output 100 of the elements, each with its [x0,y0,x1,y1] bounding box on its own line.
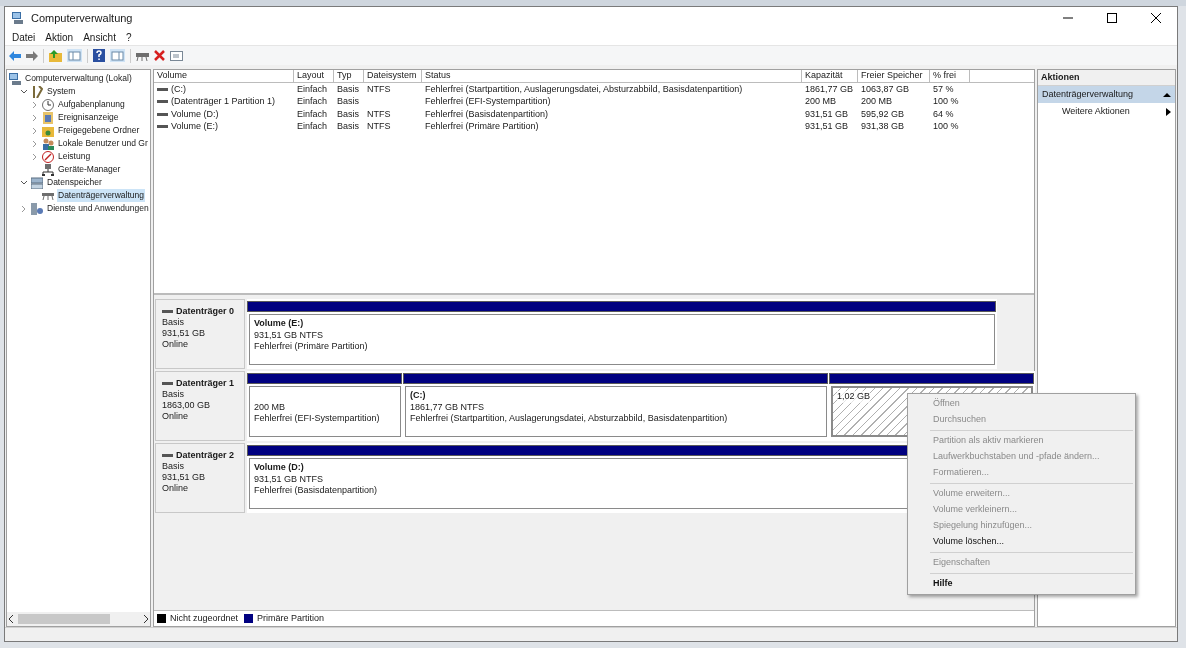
column-header[interactable]: Freier Speicher [858,70,930,82]
tree-item[interactable]: Dienste und Anwendungen [46,202,150,215]
partition-box[interactable]: 200 MB Fehlerfrei (EFI-Systempartition) [249,386,401,437]
table-cell: Einfach [297,107,328,121]
disk-size: 931,51 GB [162,328,207,339]
tree-item[interactable]: Ereignisanzeige [57,111,120,124]
folder-up-icon[interactable] [49,49,62,62]
scroll-left-icon[interactable] [9,615,14,623]
table-cell: Basis [337,107,359,121]
table-cell-text: 931,51 GB [805,120,849,133]
gauge-icon [42,150,54,163]
menu-item[interactable]: ? [121,29,136,45]
column-header[interactable]: Typ [334,70,364,82]
partition-detail: Fehlerfrei (EFI-Systempartition) [254,413,380,425]
column-header[interactable]: Volume [154,70,294,82]
partition-detail: Fehlerfrei (Primäre Partition) [254,341,368,353]
panel-icon[interactable] [67,49,82,62]
table-cell-text: Fehlerfrei (Primäre Partition) [425,120,539,133]
table-cell-text: Volume (E:) [171,120,219,133]
action-link[interactable]: Weitere Aktionen [1062,104,1130,119]
partition-box[interactable]: (C:) 1861,77 GB NTFS Fehlerfrei (Startpartition, Auslagerungsdatei, Absturzabbild, Basisdatenpartition) [405,386,827,437]
window-title: Computerverwaltung [31,10,134,26]
close-icon[interactable] [1151,13,1161,23]
expand-chevron-icon[interactable] [31,100,39,109]
tools-icon [31,85,43,98]
partition-title: (C:) [410,390,426,402]
column-header[interactable]: Dateisystem [364,70,422,82]
services-icon [31,202,43,215]
tree-item[interactable]: Aufgabenplanung [57,98,126,111]
menu-item[interactable]: Aktion [41,29,78,45]
context-menu-item[interactable]: Volume löschen... [908,534,1135,550]
scrollbar-thumb[interactable] [18,614,110,624]
partition-detail: Fehlerfrei (Startpartition, Auslagerungsdatei, Absturzabbild, Basisdatenpartition) [410,413,728,425]
table-cell: Fehlerfrei (Basisdatenpartition) [425,107,549,121]
forward-arrow-icon[interactable] [26,50,38,61]
expand-chevron-icon[interactable] [31,152,39,161]
disk-name: Datenträger 0 [176,306,235,317]
tree-item[interactable]: Lokale Benutzer und Gr [57,137,149,150]
expand-chevron-icon[interactable] [31,139,39,148]
computer-icon [9,72,21,85]
table-cell: NTFS [367,107,391,121]
column-header[interactable]: Status [422,70,802,82]
help-icon[interactable] [93,49,105,62]
properties-icon[interactable] [170,50,183,61]
table-cell: 64 % [933,107,954,121]
table-cell-text: (Datenträger 1 Partition 1) [171,95,276,108]
drive-icon[interactable] [136,50,149,61]
shared-folder-icon [42,124,54,137]
table-cell-text: 100 % [933,120,959,133]
table-cell: 595,92 GB [861,107,905,121]
table-cell: Volume (D:) [171,107,219,121]
context-menu-item[interactable]: Hilfe [908,576,1135,592]
table-cell: 57 % [933,82,954,96]
tree-item[interactable]: System [46,85,77,98]
disk-name: Datenträger 1 [176,378,235,389]
tree-item[interactable]: Leistung [57,150,92,163]
table-cell: NTFS [367,82,391,96]
collapse-chevron-icon[interactable] [20,178,28,187]
expand-chevron-icon[interactable] [31,126,39,135]
tree-item[interactable]: Freigegebene Ordner [57,124,141,137]
storage-icon [31,176,43,189]
table-cell-text: 200 MB [861,95,893,108]
partition-box[interactable]: Volume (E:) 931,51 GB NTFS Fehlerfrei (Primäre Partition) [249,314,995,365]
maximize-icon[interactable] [1107,13,1117,23]
back-arrow-icon[interactable] [9,50,21,61]
table-cell-text: 931,38 GB [861,120,905,133]
expand-chevron-icon[interactable] [20,204,28,213]
partition-title: Volume (D:) [254,462,304,474]
table-cell: 1063,87 GB [861,82,910,96]
table-cell: (C:) [171,82,186,96]
tree-item[interactable]: Datenträgerverwaltung [57,189,145,202]
legend-label: Primäre Partition [257,611,325,625]
tree-item[interactable]: Geräte-Manager [57,163,122,176]
submenu-arrow-icon [1166,107,1171,116]
column-header[interactable]: % frei [930,70,970,82]
log-icon [42,111,54,124]
panel-icon[interactable] [110,49,125,62]
partition-detail: Fehlerfrei (Basisdatenpartition) [254,485,378,497]
tree-item[interactable]: Datenspeicher [46,176,103,189]
volume-icon [157,99,168,105]
table-cell-text: 200 MB [805,95,837,108]
scroll-right-icon[interactable] [143,615,148,623]
partition-detail: 1,02 GB [837,391,871,403]
disk-size: 931,51 GB [162,472,207,483]
table-cell-text: Basis [337,120,359,133]
table-cell: Einfach [297,82,328,96]
partition-detail: 200 MB [254,401,286,413]
menu-item[interactable]: Datei [8,29,40,45]
menu-item[interactable]: Ansicht [79,29,120,45]
volume-icon [157,86,168,92]
disk-status: Online [162,483,189,494]
column-header[interactable]: Layout [294,70,334,82]
tree-item[interactable]: Computerverwaltung (Lokal) [24,72,133,85]
table-cell: 931,51 GB [805,107,849,121]
collapse-chevron-icon[interactable] [20,87,28,96]
delete-icon[interactable] [154,50,165,61]
collapse-arrow-icon[interactable] [1163,91,1171,98]
disk-name: Datenträger 2 [176,450,235,461]
expand-chevron-icon[interactable] [31,113,39,122]
column-header[interactable]: Kapazität [802,70,858,82]
